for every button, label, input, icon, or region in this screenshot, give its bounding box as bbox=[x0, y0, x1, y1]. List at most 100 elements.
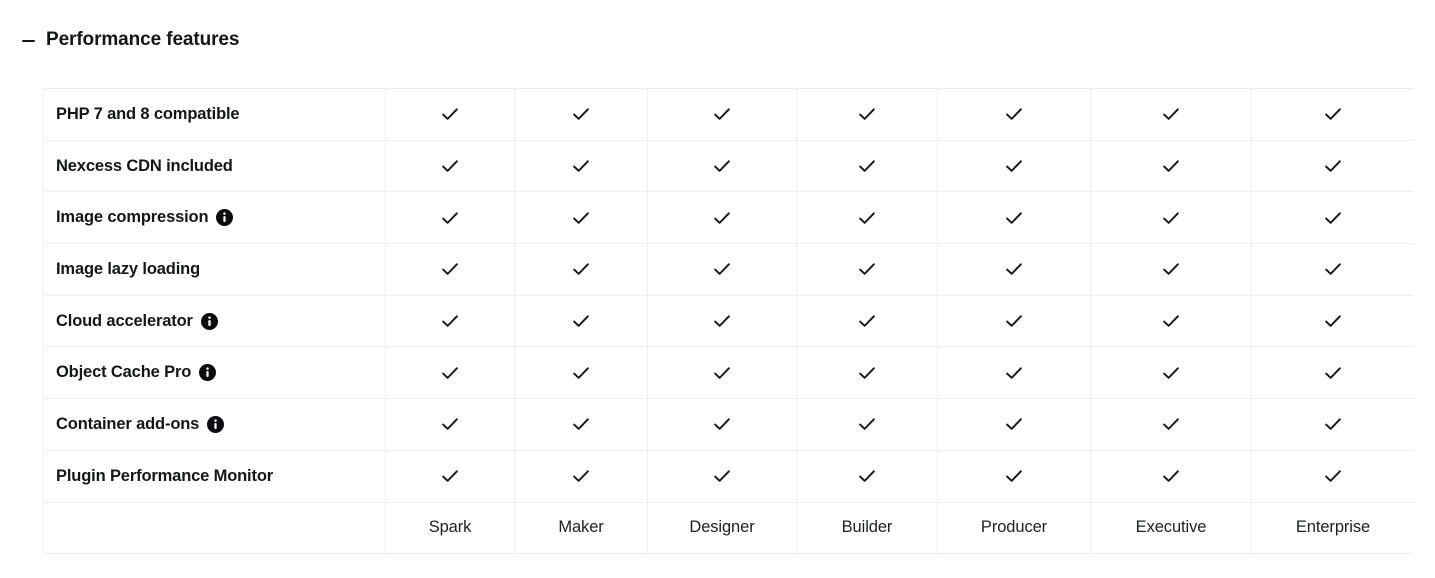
feature-name-cell: Image lazy loading bbox=[43, 243, 386, 296]
info-icon[interactable] bbox=[207, 415, 225, 433]
checkmark-icon bbox=[797, 89, 937, 140]
checkmark-icon bbox=[515, 296, 647, 347]
checkmark-icon bbox=[648, 141, 796, 192]
checkmark-icon bbox=[648, 347, 796, 398]
feature-availability-cell bbox=[385, 243, 515, 296]
section-title: Performance features bbox=[46, 29, 240, 50]
checkmark-icon bbox=[1252, 89, 1414, 140]
performance-features-table-wrapper: PHP 7 and 8 compatible Nexcess CDN includ… bbox=[43, 88, 1414, 555]
feature-availability-cell bbox=[514, 191, 648, 245]
feature-availability-cell bbox=[796, 191, 938, 245]
checkmark-icon bbox=[1091, 89, 1251, 140]
plan-header-cell-executive[interactable]: Executive bbox=[1090, 502, 1252, 554]
table-row: Object Cache Pro bbox=[43, 346, 1414, 400]
checkmark-icon bbox=[386, 141, 514, 192]
checkmark-icon bbox=[938, 347, 1090, 398]
table-row: Plugin Performance Monitor bbox=[43, 450, 1414, 503]
plan-header-cell-producer[interactable]: Producer bbox=[937, 502, 1091, 554]
feature-label-wrap: Plugin Performance Monitor bbox=[56, 467, 385, 486]
feature-name-cell: PHP 7 and 8 compatible bbox=[43, 88, 386, 141]
feature-availability-cell bbox=[647, 140, 797, 193]
table-row: PHP 7 and 8 compatible bbox=[43, 88, 1414, 141]
plan-header-cell-maker[interactable]: Maker bbox=[514, 502, 648, 554]
feature-availability-cell bbox=[1090, 88, 1252, 141]
plan-header-cell-designer[interactable]: Designer bbox=[647, 502, 797, 554]
feature-availability-cell bbox=[937, 88, 1091, 141]
feature-availability-cell bbox=[1090, 346, 1252, 400]
feature-availability-cell bbox=[1090, 398, 1252, 451]
checkmark-icon bbox=[1252, 399, 1414, 450]
info-icon[interactable] bbox=[199, 364, 217, 382]
feature-availability-cell bbox=[937, 191, 1091, 245]
feature-label-wrap: PHP 7 and 8 compatible bbox=[56, 105, 385, 124]
feature-availability-cell bbox=[796, 88, 938, 141]
feature-availability-cell bbox=[1251, 88, 1414, 141]
feature-availability-cell bbox=[1251, 191, 1414, 245]
feature-label: Nexcess CDN included bbox=[56, 156, 233, 175]
feature-label: Image lazy loading bbox=[56, 259, 201, 278]
table-row: Container add-ons bbox=[43, 398, 1414, 451]
checkmark-icon bbox=[797, 192, 937, 243]
table-row: Image lazy loading bbox=[43, 243, 1414, 296]
feature-label-wrap: Image lazy loading bbox=[56, 260, 385, 279]
plan-header-cell-enterprise[interactable]: Enterprise bbox=[1251, 502, 1414, 554]
checkmark-icon bbox=[648, 192, 796, 243]
feature-availability-cell bbox=[514, 243, 648, 296]
checkmark-icon bbox=[1252, 244, 1414, 295]
feature-label-wrap: Object Cache Pro bbox=[56, 363, 385, 382]
feature-availability-cell bbox=[796, 295, 938, 348]
feature-availability-cell bbox=[1090, 140, 1252, 193]
checkmark-icon bbox=[938, 244, 1090, 295]
feature-availability-cell bbox=[514, 88, 648, 141]
checkmark-icon bbox=[1091, 192, 1251, 243]
feature-availability-cell bbox=[1251, 450, 1414, 503]
checkmark-icon bbox=[797, 141, 937, 192]
checkmark-icon bbox=[938, 192, 1090, 243]
feature-label-wrap: Nexcess CDN included bbox=[56, 157, 385, 176]
checkmark-icon bbox=[1091, 141, 1251, 192]
plan-header-cell-builder[interactable]: Builder bbox=[796, 502, 938, 554]
feature-name-cell: Container add-ons bbox=[43, 398, 386, 451]
feature-availability-cell bbox=[514, 295, 648, 348]
checkmark-icon bbox=[515, 244, 647, 295]
feature-name-cell: Object Cache Pro bbox=[43, 346, 386, 400]
info-icon[interactable] bbox=[200, 312, 218, 330]
feature-availability-cell bbox=[514, 140, 648, 193]
plan-header-cell-spark[interactable]: Spark bbox=[385, 502, 515, 554]
feature-availability-cell bbox=[385, 191, 515, 245]
checkmark-icon bbox=[648, 244, 796, 295]
feature-availability-cell bbox=[937, 295, 1091, 348]
feature-availability-cell bbox=[796, 140, 938, 193]
feature-availability-cell bbox=[385, 398, 515, 451]
info-icon[interactable] bbox=[216, 209, 234, 227]
table-body: PHP 7 and 8 compatible Nexcess CDN includ… bbox=[43, 88, 1414, 554]
checkmark-icon bbox=[386, 296, 514, 347]
checkmark-icon bbox=[1091, 296, 1251, 347]
feature-availability-cell bbox=[937, 346, 1091, 400]
checkmark-icon bbox=[515, 347, 647, 398]
feature-name-cell: Plugin Performance Monitor bbox=[43, 450, 386, 503]
checkmark-icon bbox=[515, 451, 647, 502]
checkmark-icon bbox=[515, 141, 647, 192]
feature-availability-cell bbox=[1090, 450, 1252, 503]
feature-label: Cloud accelerator bbox=[56, 311, 193, 330]
feature-availability-cell bbox=[514, 346, 648, 400]
checkmark-icon bbox=[1252, 296, 1414, 347]
feature-name-cell: Nexcess CDN included bbox=[43, 140, 386, 193]
checkmark-icon bbox=[386, 451, 514, 502]
plan-name-label: Maker bbox=[558, 517, 604, 536]
feature-availability-cell bbox=[647, 88, 797, 141]
feature-availability-cell bbox=[937, 450, 1091, 503]
feature-label-wrap: Image compression bbox=[56, 208, 385, 227]
feature-availability-cell bbox=[514, 398, 648, 451]
feature-label: Object Cache Pro bbox=[56, 363, 192, 382]
feature-availability-cell bbox=[1251, 398, 1414, 451]
checkmark-icon bbox=[515, 192, 647, 243]
performance-features-section-toggle[interactable]: Performance features bbox=[22, 30, 239, 49]
checkmark-icon bbox=[797, 399, 937, 450]
checkmark-icon bbox=[1252, 347, 1414, 398]
feature-availability-cell bbox=[514, 450, 648, 503]
checkmark-icon bbox=[1091, 244, 1251, 295]
feature-name-cell: Image compression bbox=[43, 191, 386, 245]
plan-name-label: Spark bbox=[428, 517, 472, 536]
